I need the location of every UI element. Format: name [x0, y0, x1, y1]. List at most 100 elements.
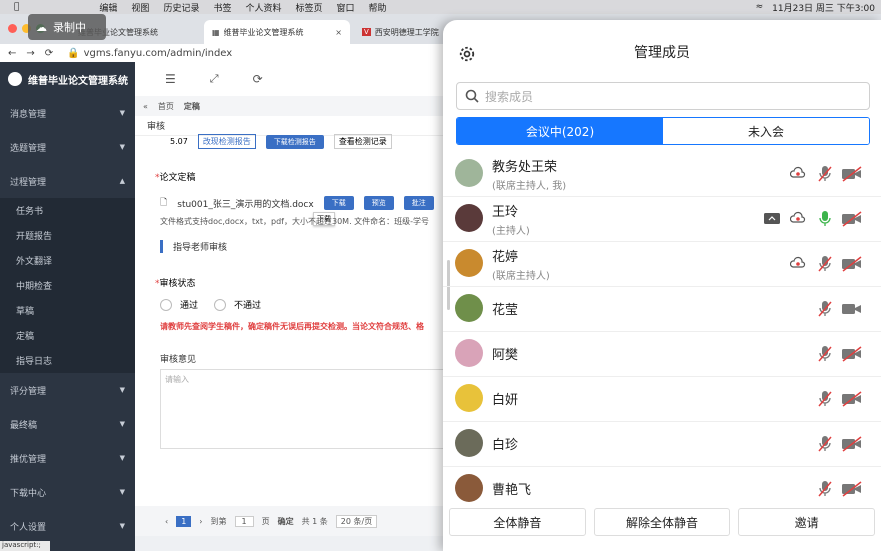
mic-muted-icon[interactable]	[817, 300, 833, 318]
member-tabs: 会议中(202) 未入会	[456, 117, 870, 145]
section-final-text: 论文定稿	[159, 173, 196, 183]
sidebar-sub-final[interactable]: 定稿	[0, 323, 135, 348]
close-window-button[interactable]	[8, 24, 17, 33]
sidebar-sub-log[interactable]: 指导日志	[0, 348, 135, 373]
screen-share-icon[interactable]	[763, 210, 781, 228]
fullscreen-icon[interactable]: ⤢	[210, 72, 219, 86]
camera-icon[interactable]	[841, 300, 863, 318]
sidebar-sub-draft[interactable]: 草稿	[0, 298, 135, 323]
sidebar-item-settings[interactable]: 个人设置 ▼	[0, 509, 135, 543]
macos-menu-bar:  编辑 视图 历史记录 书签 个人资料 标签页 窗口 帮助 ≈ 11月23日 …	[0, 0, 881, 14]
radio-fail-label[interactable]: 不通过	[234, 298, 261, 311]
close-tab-icon[interactable]: ×	[335, 28, 342, 37]
page-input[interactable]: 1	[234, 515, 254, 527]
mic-muted-icon[interactable]	[817, 345, 833, 363]
tab-in-meeting[interactable]: 会议中(202)	[457, 118, 663, 144]
sidebar-item-recommend[interactable]: 推优管理 ▼	[0, 441, 135, 475]
mic-muted-icon[interactable]	[817, 435, 833, 453]
menu-edit[interactable]: 编辑	[99, 1, 117, 14]
sidebar-sub-task[interactable]: 任务书	[0, 198, 135, 223]
cloud-record-icon[interactable]	[790, 255, 806, 273]
mic-muted-icon[interactable]	[817, 165, 833, 183]
tab-2-active[interactable]: ▦ 维普毕业论文管理系统 ×	[204, 20, 350, 44]
invite-button[interactable]: 邀请	[738, 508, 876, 536]
member-row[interactable]: 白珍	[443, 422, 881, 467]
cloud-record-icon[interactable]	[790, 165, 806, 183]
prev-page-icon[interactable]: ‹	[165, 517, 168, 526]
camera-off-icon[interactable]	[841, 435, 863, 453]
breadcrumb-home[interactable]: 首页	[158, 101, 174, 112]
member-row[interactable]: 花婷 (联席主持人)	[443, 242, 881, 287]
sidebar-sub-translation[interactable]: 外文翻译	[0, 248, 135, 273]
goto-label: 到第	[210, 516, 227, 526]
menu-help[interactable]: 帮助	[369, 1, 387, 14]
unmute-all-button[interactable]: 解除全体静音	[593, 508, 731, 536]
mute-all-button[interactable]: 全体静音	[449, 508, 586, 536]
apple-icon[interactable]: 	[14, 2, 19, 12]
tab-not-joined[interactable]: 未入会	[663, 118, 869, 144]
camera-off-icon[interactable]	[841, 210, 863, 228]
annotate-button[interactable]: 批注	[403, 196, 434, 210]
radio-pass[interactable]	[160, 298, 172, 311]
sidebar-item-process[interactable]: 过程管理 ▲	[0, 164, 135, 198]
sidebar-item-download[interactable]: 下载中心 ▼	[0, 475, 135, 509]
radio-fail[interactable]	[214, 298, 227, 311]
camera-off-icon[interactable]	[841, 255, 863, 273]
chevron-up-icon: ▲	[119, 177, 125, 185]
nav-buttons[interactable]: ←→⟳	[8, 48, 63, 59]
download-button[interactable]: 下载	[323, 196, 354, 210]
datetime[interactable]: 11月23日 周三 下午3:00	[772, 1, 875, 14]
mic-muted-icon[interactable]	[817, 390, 833, 408]
sidebar-item-message[interactable]: 消息管理 ▼	[0, 96, 135, 130]
menu-bookmarks[interactable]: 书签	[213, 1, 231, 14]
menu-tabs[interactable]: 标签页	[295, 1, 322, 14]
page-size-select[interactable]: 20 条/页	[335, 514, 378, 528]
sidebar-item-topic[interactable]: 选题管理 ▼	[0, 130, 135, 164]
camera-off-icon[interactable]	[841, 345, 863, 363]
file-name[interactable]: stu001_张三_演示用的文档.docx	[177, 197, 313, 210]
camera-off-icon[interactable]	[841, 165, 863, 183]
menu-window[interactable]: 窗口	[337, 1, 355, 14]
preview-button[interactable]: 预览	[363, 196, 394, 210]
member-row[interactable]: 教务处王荣 (联席主持人, 我)	[443, 152, 881, 197]
url-field[interactable]: vgms.fanyu.com/admin/index	[84, 48, 233, 59]
manage-members-panel: 管理成员 搜索成员 会议中(202) 未入会 教务处王荣 (联席主持人, 我) …	[443, 20, 881, 551]
recording-badge[interactable]: ☁ 录制中	[28, 14, 106, 40]
sidebar-sub-proposal[interactable]: 开题报告	[0, 223, 135, 248]
member-row[interactable]: 花莹	[443, 287, 881, 332]
menu-view[interactable]: 视图	[131, 1, 149, 14]
page-icon: ▦	[212, 27, 220, 37]
download-report-button[interactable]: 下载检测报告	[265, 134, 324, 149]
radio-pass-label[interactable]: 通过	[180, 298, 198, 311]
refresh-icon[interactable]: ⟳	[253, 72, 263, 86]
page-current[interactable]: 1	[176, 515, 192, 527]
confirm-button[interactable]: 确定	[278, 516, 294, 527]
camera-off-icon[interactable]	[841, 390, 863, 408]
mic-icon[interactable]	[817, 210, 833, 228]
report-btn-1[interactable]: 改现检测报告	[197, 134, 256, 149]
camera-off-icon[interactable]	[841, 480, 863, 498]
recording-label: 录制中	[53, 21, 86, 34]
mic-muted-icon[interactable]	[817, 480, 833, 498]
member-row[interactable]: 王玲 (主持人)	[443, 197, 881, 242]
member-name: 白珍	[492, 438, 519, 453]
review-status-text: 审核状态	[159, 279, 196, 289]
sidebar-sub-midterm[interactable]: 中期检查	[0, 273, 135, 298]
next-page-icon[interactable]: ›	[199, 517, 202, 526]
menu-history[interactable]: 历史记录	[163, 1, 199, 14]
avatar	[455, 159, 483, 187]
member-search-input[interactable]: 搜索成员	[456, 82, 870, 110]
view-record-button[interactable]: 查看检测记录	[333, 134, 392, 149]
member-row[interactable]: 阿樊	[443, 332, 881, 377]
mic-muted-icon[interactable]	[817, 255, 833, 273]
breadcrumb-current[interactable]: 定稿	[184, 101, 200, 112]
menu-profile[interactable]: 个人资料	[245, 1, 281, 14]
sidebar-item-final-draft[interactable]: 最终稿 ▼	[0, 407, 135, 441]
collapse-icon[interactable]: «	[143, 102, 148, 111]
menu-toggle-icon[interactable]: ☰	[165, 72, 176, 86]
sidebar-item-scoring[interactable]: 评分管理 ▼	[0, 373, 135, 407]
member-row[interactable]: 白妍	[443, 377, 881, 422]
tab-3[interactable]: V 西安明德理工学院	[354, 20, 444, 44]
cloud-record-icon[interactable]	[790, 210, 806, 228]
wifi-icon[interactable]: ≈	[756, 2, 764, 12]
